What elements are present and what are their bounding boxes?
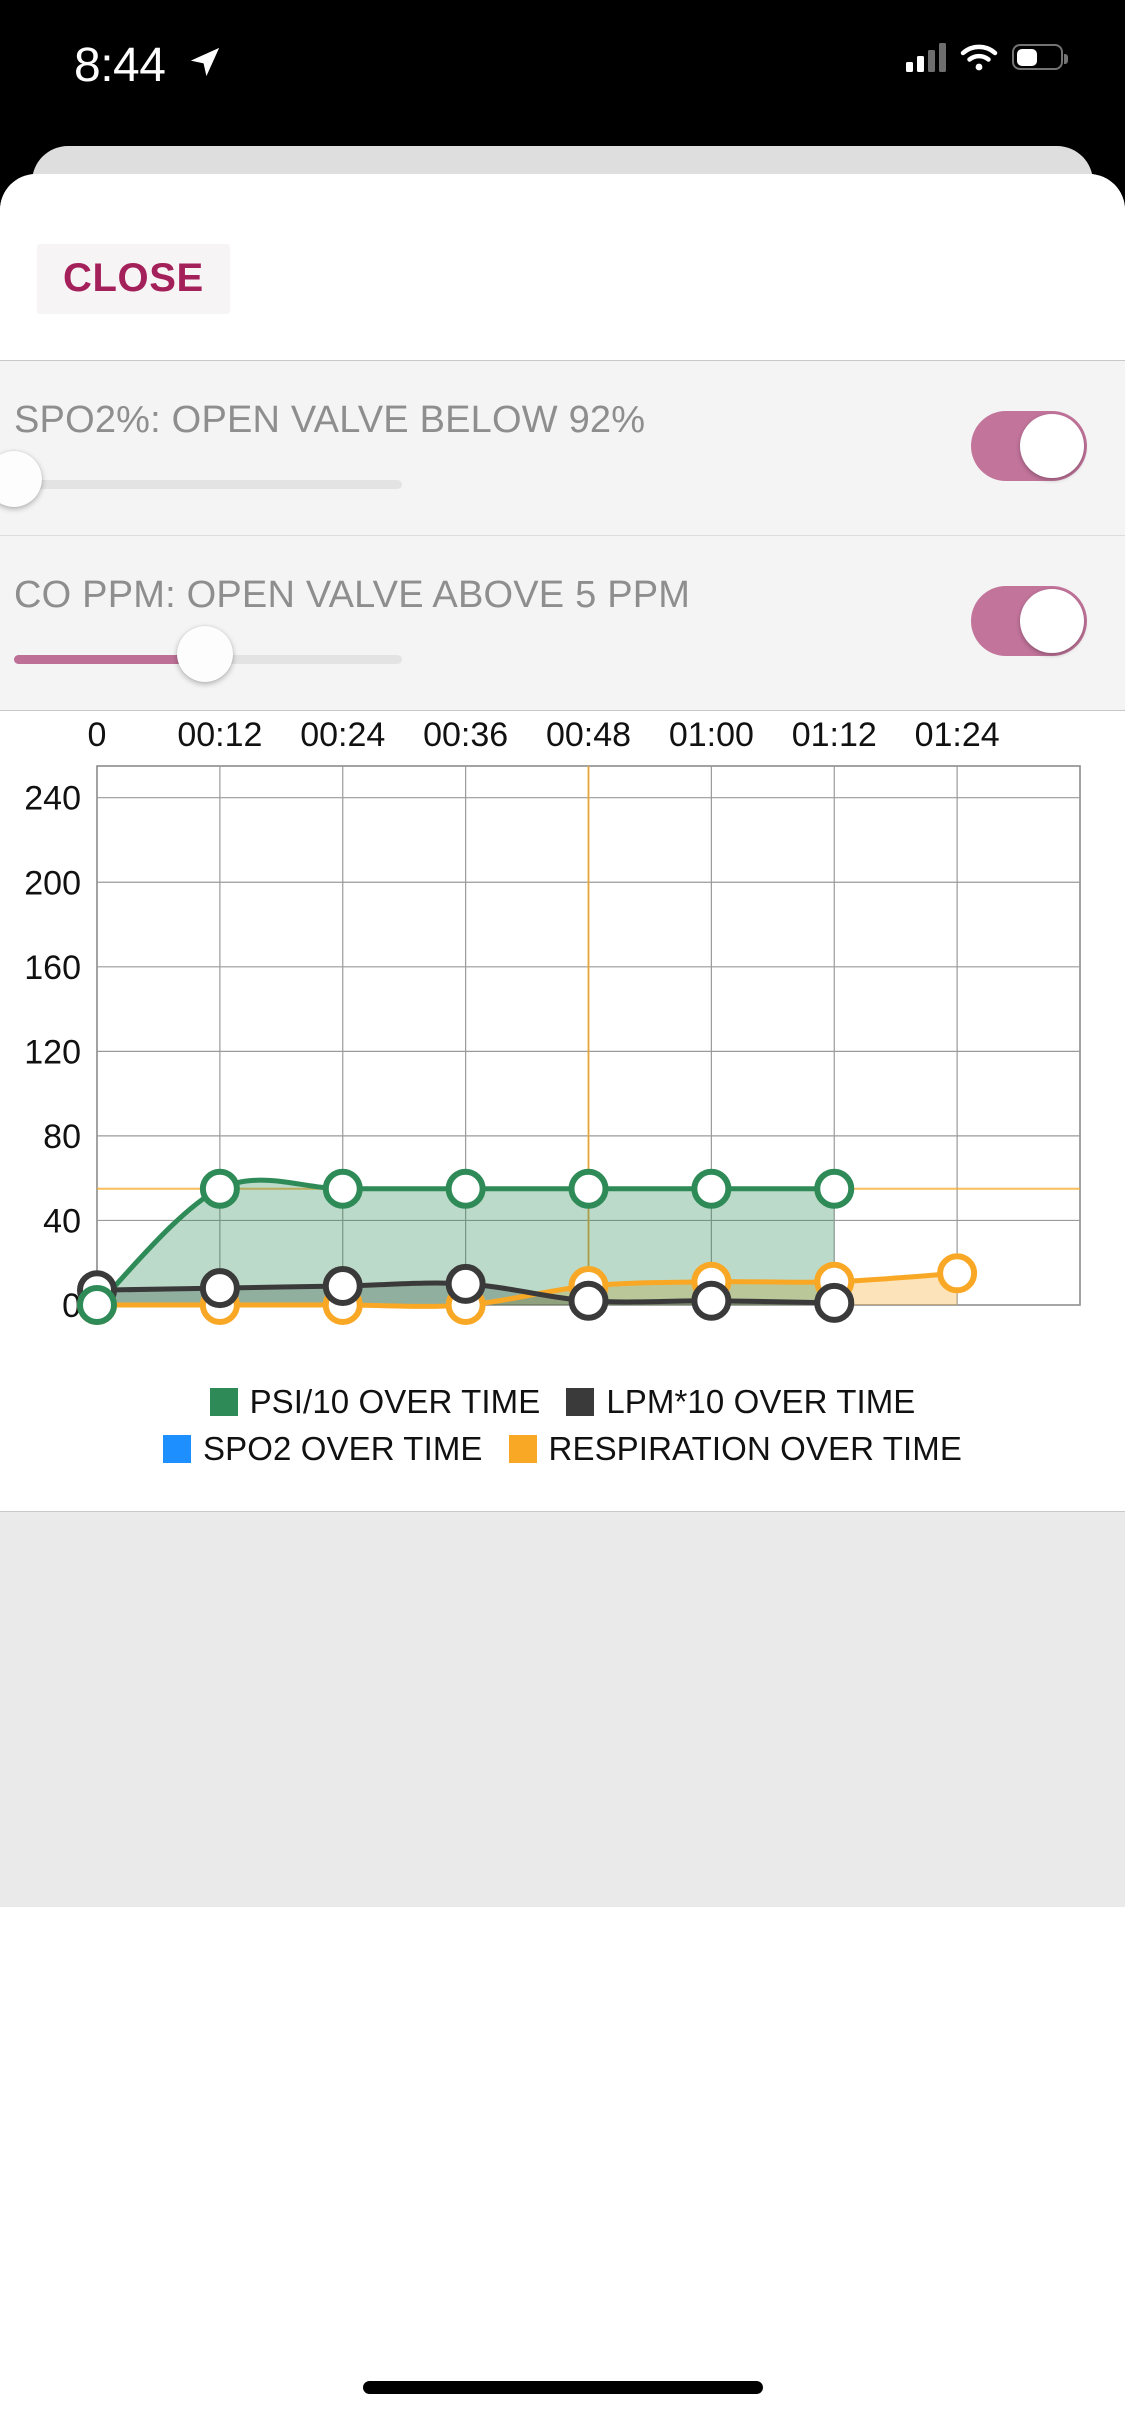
legend-swatch-lpm [566, 1388, 594, 1416]
spo2-threshold-slider[interactable] [14, 473, 402, 495]
legend-swatch-psi [210, 1388, 238, 1416]
legend-label-respiration: RESPIRATION OVER TIME [549, 1430, 962, 1468]
y-tick-label: 240 [24, 780, 81, 818]
settings-group: SPO2%: OPEN VALVE BELOW 92% CO PPM: OPEN… [0, 360, 1125, 711]
co-ppm-valve-toggle[interactable] [971, 586, 1087, 656]
legend-label-lpm: LPM*10 OVER TIME [606, 1383, 915, 1421]
phone-screen: 8:44 CLOSE SPO2%: OPEN VALVE BELOW 92% [0, 0, 1125, 2436]
chart-canvas[interactable]: 000:1200:2400:3600:4801:0001:1201:240408… [0, 711, 1125, 1391]
x-tick-label: 01:24 [915, 716, 1000, 754]
co-ppm-threshold-slider[interactable] [14, 648, 402, 670]
home-indicator[interactable] [363, 2381, 763, 2394]
x-tick-label: 01:12 [792, 716, 877, 754]
data-point-marker[interactable] [80, 1288, 114, 1322]
data-point-marker[interactable] [817, 1286, 851, 1320]
x-tick-label: 01:00 [669, 716, 754, 754]
vitals-chart[interactable]: 000:1200:2400:3600:4801:0001:1201:240408… [0, 711, 1125, 1511]
slider-track [14, 480, 402, 489]
setting-row-spo2: SPO2%: OPEN VALVE BELOW 92% [0, 361, 1125, 536]
modal-sheet: CLOSE SPO2%: OPEN VALVE BELOW 92% CO PPM… [0, 174, 1125, 2436]
x-tick-label: 0 [88, 716, 107, 754]
legend-swatch-respiration [509, 1435, 537, 1463]
battery-icon [1012, 44, 1063, 70]
co-ppm-threshold-label: CO PPM: OPEN VALVE ABOVE 5 PPM [14, 574, 690, 617]
status-bar: 8:44 [0, 0, 1125, 145]
sheet-header: CLOSE [0, 174, 1125, 360]
data-point-marker[interactable] [326, 1269, 360, 1303]
y-tick-label: 40 [43, 1202, 81, 1240]
status-bar-indicators [906, 42, 1063, 72]
empty-content-area [0, 1511, 1125, 1907]
legend-row-2: SPO2 OVER TIME RESPIRATION OVER TIME [163, 1430, 962, 1468]
legend-label-psi: PSI/10 OVER TIME [250, 1383, 541, 1421]
data-point-marker[interactable] [694, 1172, 728, 1206]
x-tick-label: 00:24 [300, 716, 385, 754]
data-point-marker[interactable] [203, 1172, 237, 1206]
legend-item-respiration: RESPIRATION OVER TIME [509, 1430, 962, 1468]
setting-row-co-ppm: CO PPM: OPEN VALVE ABOVE 5 PPM [0, 536, 1125, 711]
legend-row-1: PSI/10 OVER TIME LPM*10 OVER TIME [210, 1383, 916, 1421]
x-tick-label: 00:48 [546, 716, 631, 754]
x-tick-label: 00:36 [423, 716, 508, 754]
legend-item-psi: PSI/10 OVER TIME [210, 1383, 541, 1421]
legend-swatch-spo2 [163, 1435, 191, 1463]
wifi-icon [959, 42, 999, 72]
data-point-marker[interactable] [940, 1256, 974, 1290]
y-tick-label: 160 [24, 949, 81, 987]
data-point-marker[interactable] [326, 1172, 360, 1206]
y-tick-label: 80 [43, 1118, 81, 1156]
close-button[interactable]: CLOSE [37, 244, 230, 314]
data-point-marker[interactable] [572, 1172, 606, 1206]
toggle-knob [1020, 414, 1084, 478]
y-tick-label: 200 [24, 864, 81, 902]
location-arrow-icon [188, 45, 222, 79]
y-tick-label: 120 [24, 1033, 81, 1071]
slider-fill [14, 655, 189, 664]
data-point-marker[interactable] [572, 1284, 606, 1318]
legend-item-lpm: LPM*10 OVER TIME [566, 1383, 915, 1421]
legend-item-spo2: SPO2 OVER TIME [163, 1430, 483, 1468]
cellular-bars-icon [906, 42, 946, 72]
spo2-threshold-label: SPO2%: OPEN VALVE BELOW 92% [14, 399, 645, 442]
data-point-marker[interactable] [694, 1284, 728, 1318]
data-point-marker[interactable] [203, 1271, 237, 1305]
spo2-valve-toggle[interactable] [971, 411, 1087, 481]
data-point-marker[interactable] [449, 1267, 483, 1301]
data-point-marker[interactable] [449, 1172, 483, 1206]
data-point-marker[interactable] [817, 1172, 851, 1206]
chart-legend: PSI/10 OVER TIME LPM*10 OVER TIME SPO2 O… [0, 1383, 1125, 1468]
x-tick-label: 00:12 [177, 716, 262, 754]
toggle-knob [1020, 589, 1084, 653]
status-bar-time: 8:44 [74, 38, 165, 93]
legend-label-spo2: SPO2 OVER TIME [203, 1430, 483, 1468]
slider-thumb[interactable] [177, 626, 233, 682]
slider-thumb[interactable] [0, 451, 42, 507]
